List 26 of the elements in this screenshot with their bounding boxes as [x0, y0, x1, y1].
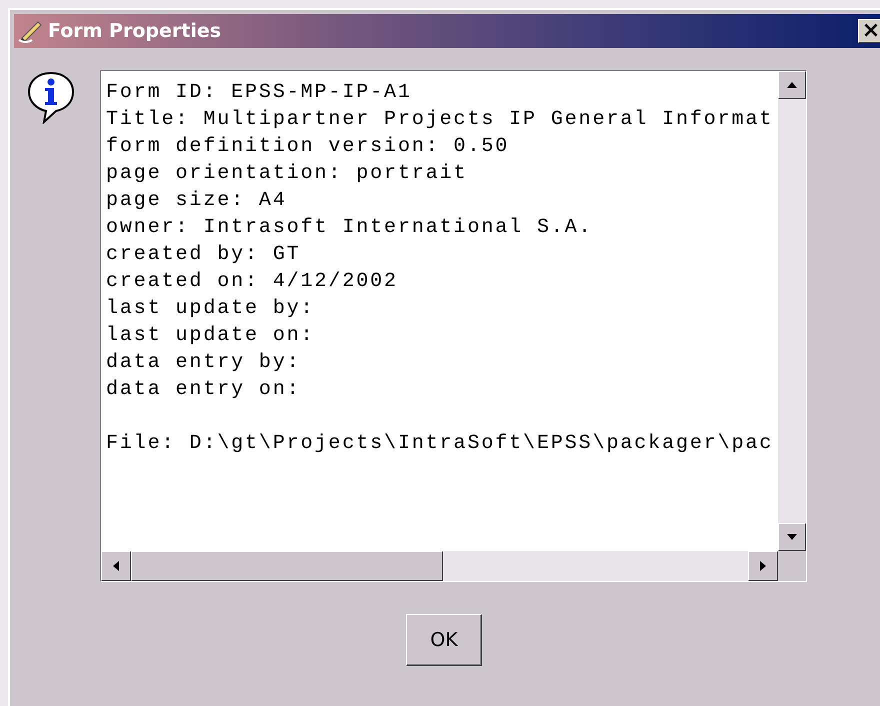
- ok-button[interactable]: OK: [406, 614, 482, 666]
- close-button[interactable]: ×: [858, 19, 880, 43]
- property-line: page size: A4: [106, 188, 287, 214]
- info-icon: [26, 70, 76, 124]
- property-line: created on: 4/12/2002: [106, 269, 398, 295]
- property-line: owner: Intrasoft International S.A.: [106, 215, 593, 241]
- scrollbar-corner: [778, 551, 806, 581]
- property-line: Form ID: EPSS-MP-IP-A1: [106, 80, 412, 106]
- vertical-scrollbar[interactable]: [778, 71, 806, 551]
- property-line: page orientation: portrait: [106, 161, 468, 187]
- property-line: File: D:\gt\Projects\IntraSoft\EPSS\packager\pac: [106, 431, 774, 457]
- property-line: data entry on:: [106, 377, 301, 403]
- property-line: form definition version: 0.50: [106, 134, 510, 160]
- scroll-thumb[interactable]: [131, 551, 443, 581]
- scroll-down-icon[interactable]: [778, 523, 806, 551]
- scroll-right-icon[interactable]: [748, 551, 778, 581]
- property-line: created by: GT: [106, 242, 301, 268]
- property-line: data entry by:: [106, 350, 301, 376]
- property-line: last update by:: [106, 296, 315, 322]
- window-title: Form Properties: [48, 20, 222, 42]
- property-line: last update on:: [106, 323, 315, 349]
- scroll-left-icon[interactable]: [101, 551, 131, 581]
- horizontal-scrollbar[interactable]: [101, 551, 778, 581]
- scroll-up-icon[interactable]: [778, 71, 806, 99]
- properties-text-area[interactable]: [100, 70, 807, 582]
- property-line: Title: Multipartner Projects IP General Informat: [106, 107, 774, 133]
